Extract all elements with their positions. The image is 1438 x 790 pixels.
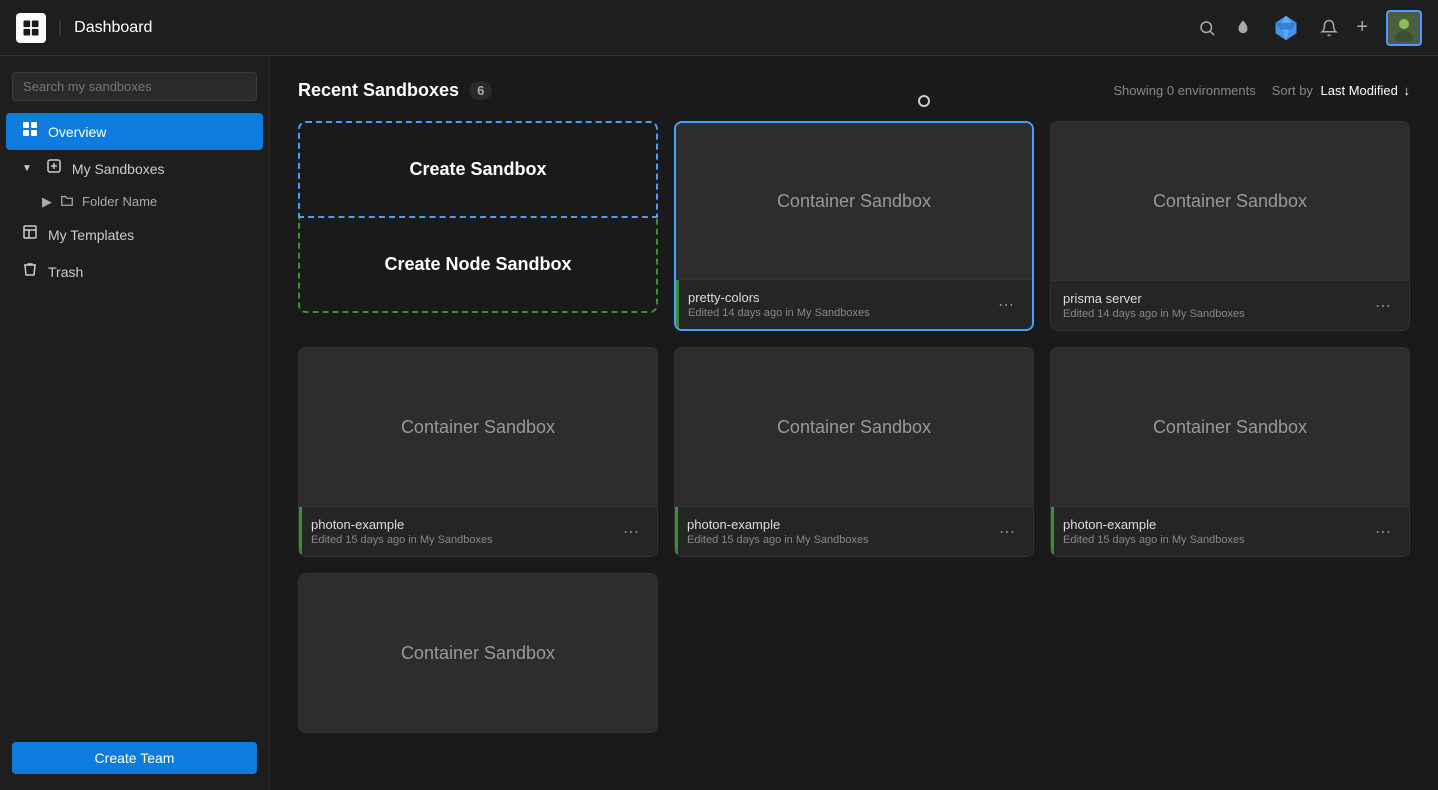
sandbox-card-photon-3[interactable]: Container Sandbox photon-example Edited … [1050, 347, 1410, 557]
create-sandbox-label: Create Sandbox [409, 159, 546, 180]
card-footer: photon-example Edited 15 days ago in My … [675, 506, 1033, 556]
overview-icon [22, 121, 38, 142]
card-footer: photon-example Edited 15 days ago in My … [299, 506, 657, 556]
card-title: Container Sandbox [1153, 417, 1307, 438]
sidebar: Overview ▼ My Sandboxes ▶ Folder Name [0, 56, 270, 790]
folder-label: Folder Name [82, 194, 157, 209]
sort-arrow-icon: ↓ [1404, 83, 1411, 98]
gem-icon[interactable] [1270, 12, 1302, 44]
card-name: prisma server [1063, 291, 1245, 306]
chevron-right-icon: ▶ [42, 194, 52, 210]
folder-icon [60, 193, 74, 210]
card-preview: Container Sandbox [299, 348, 657, 506]
sidebar-item-my-templates[interactable]: My Templates [6, 216, 263, 253]
my-templates-label: My Templates [48, 227, 134, 243]
layout: Overview ▼ My Sandboxes ▶ Folder Name [0, 56, 1438, 790]
fire-icon[interactable] [1234, 19, 1252, 37]
card-preview: Container Sandbox [299, 574, 657, 732]
sandbox-icon [46, 158, 62, 179]
sidebar-search-wrapper [12, 72, 257, 101]
my-sandboxes-label: My Sandboxes [72, 161, 165, 177]
topnav-title: Dashboard [74, 19, 152, 37]
card-info: photon-example Edited 15 days ago in My … [687, 517, 869, 546]
section-title: Recent Sandboxes [298, 80, 459, 101]
card-title: Container Sandbox [401, 417, 555, 438]
card-meta: Edited 15 days ago in My Sandboxes [1063, 534, 1245, 546]
card-info: prisma server Edited 14 days ago in My S… [1063, 291, 1245, 320]
topnav-divider: | [58, 19, 62, 37]
add-icon[interactable]: + [1356, 16, 1368, 39]
sandbox-card-partial[interactable]: Container Sandbox [298, 573, 658, 733]
create-sandbox-top[interactable]: Create Sandbox [298, 121, 658, 218]
chevron-down-icon: ▼ [22, 163, 32, 174]
card-name: photon-example [311, 517, 493, 532]
trash-label: Trash [48, 264, 83, 280]
sandbox-card-photon-1[interactable]: Container Sandbox photon-example Edited … [298, 347, 658, 557]
create-sandbox-card[interactable]: Create Sandbox Create Node Sandbox [298, 121, 658, 331]
template-icon [22, 224, 38, 245]
card-more-button[interactable]: ⋯ [617, 520, 645, 544]
topnav: | Dashboard + [0, 0, 1438, 56]
sandbox-card-photon-2[interactable]: Container Sandbox photon-example Edited … [674, 347, 1034, 557]
card-preview: Container Sandbox [1051, 348, 1409, 506]
card-title: Container Sandbox [777, 191, 931, 212]
card-more-button[interactable]: ⋯ [992, 293, 1020, 317]
main-content: Recent Sandboxes 6 Showing 0 environment… [270, 56, 1438, 790]
overview-label: Overview [48, 124, 106, 140]
sandbox-grid: Create Sandbox Create Node Sandbox Conta… [298, 121, 1410, 733]
search-icon[interactable] [1198, 19, 1216, 37]
card-info: pretty-colors Edited 14 days ago in My S… [688, 290, 870, 319]
topnav-actions: + [1198, 10, 1422, 46]
card-meta: Edited 14 days ago in My Sandboxes [1063, 308, 1245, 320]
sort-value: Last Modified [1321, 83, 1398, 98]
card-meta: Edited 15 days ago in My Sandboxes [311, 534, 493, 546]
showing-label: Showing 0 environments [1113, 83, 1255, 98]
sort-label: Sort by Last Modified ↓ [1272, 83, 1410, 98]
section-title-group: Recent Sandboxes 6 [298, 80, 492, 101]
bell-icon[interactable] [1320, 19, 1338, 37]
create-node-sandbox-label: Create Node Sandbox [384, 254, 571, 275]
create-team-button[interactable]: Create Team [12, 742, 257, 774]
card-name: photon-example [1063, 517, 1245, 532]
card-footer: photon-example Edited 15 days ago in My … [1051, 506, 1409, 556]
sandbox-card-prisma-server[interactable]: Container Sandbox prisma server Edited 1… [1050, 121, 1410, 331]
sidebar-item-overview[interactable]: Overview [6, 113, 263, 150]
section-meta: Showing 0 environments Sort by Last Modi… [1113, 83, 1410, 98]
card-name: photon-example [687, 517, 869, 532]
avatar[interactable] [1386, 10, 1422, 46]
card-info: photon-example Edited 15 days ago in My … [311, 517, 493, 546]
card-more-button[interactable]: ⋯ [993, 520, 1021, 544]
card-meta: Edited 15 days ago in My Sandboxes [687, 534, 869, 546]
trash-icon [22, 261, 38, 282]
card-preview: Container Sandbox [1051, 122, 1409, 280]
sidebar-item-trash[interactable]: Trash [6, 253, 263, 290]
card-more-button[interactable]: ⋯ [1369, 294, 1397, 318]
sidebar-item-folder[interactable]: ▶ Folder Name [6, 187, 263, 216]
card-preview: Container Sandbox [676, 123, 1032, 279]
section-count: 6 [469, 81, 492, 100]
app-logo[interactable] [16, 13, 46, 43]
sidebar-item-my-sandboxes[interactable]: ▼ My Sandboxes [6, 150, 263, 187]
card-meta: Edited 14 days ago in My Sandboxes [688, 307, 870, 319]
card-title: Container Sandbox [777, 417, 931, 438]
card-title: Container Sandbox [1153, 191, 1307, 212]
sandbox-card-pretty-colors[interactable]: Container Sandbox pretty-colors Edited 1… [674, 121, 1034, 331]
create-node-sandbox-bottom[interactable]: Create Node Sandbox [298, 218, 658, 313]
card-footer: prisma server Edited 14 days ago in My S… [1051, 280, 1409, 330]
card-footer: pretty-colors Edited 14 days ago in My S… [676, 279, 1032, 329]
search-input[interactable] [12, 72, 257, 101]
card-info: photon-example Edited 15 days ago in My … [1063, 517, 1245, 546]
card-title: Container Sandbox [401, 643, 555, 664]
card-preview: Container Sandbox [675, 348, 1033, 506]
card-name: pretty-colors [688, 290, 870, 305]
section-header: Recent Sandboxes 6 Showing 0 environment… [298, 80, 1410, 101]
card-more-button[interactable]: ⋯ [1369, 520, 1397, 544]
